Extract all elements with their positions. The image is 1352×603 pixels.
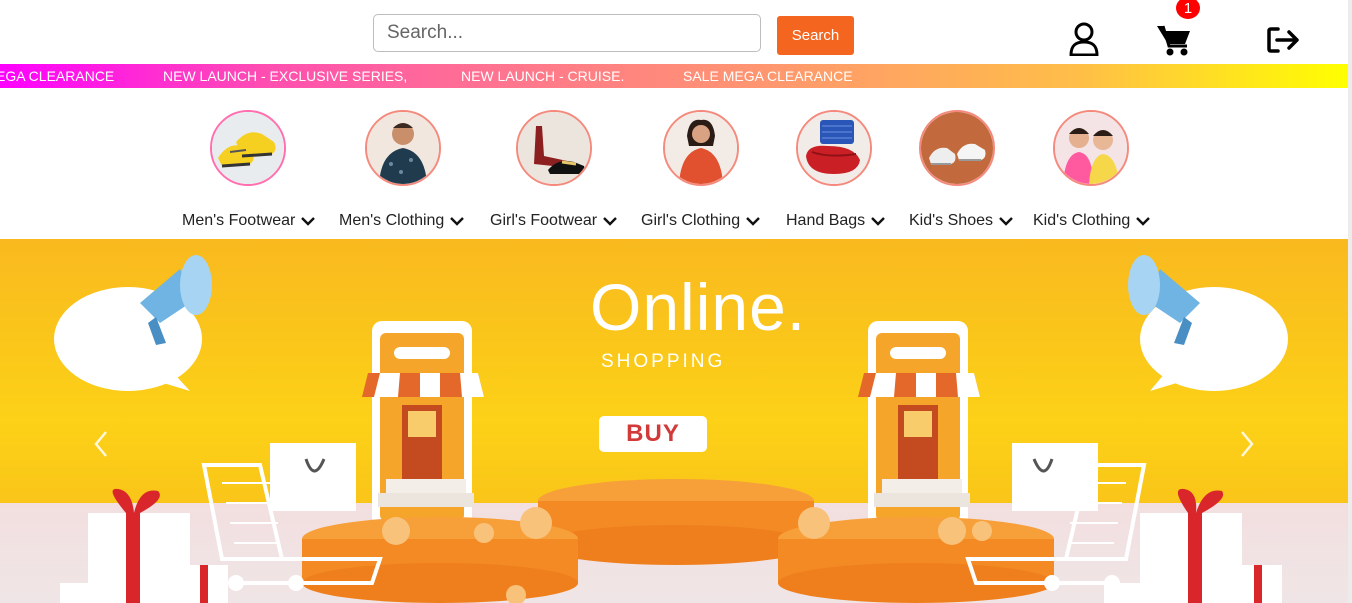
category-kids-shoes[interactable]: Kid's Shoes xyxy=(909,110,1013,229)
ticker-item: NEW LAUNCH - CRUISE. xyxy=(461,68,625,84)
hero-carousel[interactable]: Online. SHOPPING BUY xyxy=(0,239,1348,603)
ticker-item: EGA CLEARANCE xyxy=(0,68,115,84)
category-kids-clothing[interactable]: Kid's Clothing xyxy=(1033,110,1151,229)
chevron-down-icon xyxy=(603,217,617,226)
chevron-down-icon xyxy=(301,217,316,226)
category-label[interactable]: Men's Footwear xyxy=(182,212,316,230)
category-mens-footwear[interactable]: Men's Footwear xyxy=(182,110,316,229)
category-image xyxy=(796,110,872,186)
category-girls-clothing[interactable]: Girl's Clothing xyxy=(641,110,760,229)
announcement-ticker: EGA CLEARANCE NEW LAUNCH - EXCLUSIVE SER… xyxy=(0,64,1348,88)
category-image xyxy=(210,110,286,186)
chevron-down-icon xyxy=(999,217,1013,226)
category-girls-footwear[interactable]: Girl's Footwear xyxy=(490,110,617,229)
top-header: Search 1 xyxy=(0,0,1352,64)
category-image xyxy=(663,110,739,186)
buy-button[interactable]: BUY xyxy=(599,416,707,452)
cart-count-badge: 1 xyxy=(1176,0,1200,19)
category-label[interactable]: Kid's Clothing xyxy=(1033,212,1151,230)
category-nav: Men's Footwear Men's Clothing Girl's Foo… xyxy=(0,88,1348,239)
carousel-prev-icon[interactable] xyxy=(91,429,111,459)
page-scrollbar[interactable] xyxy=(1348,0,1352,603)
category-image xyxy=(516,110,592,186)
category-label[interactable]: Men's Clothing xyxy=(339,212,465,230)
banner-subtitle: SHOPPING xyxy=(601,351,726,372)
category-label[interactable]: Girl's Footwear xyxy=(490,212,617,230)
user-icon[interactable] xyxy=(1066,20,1102,58)
chevron-down-icon xyxy=(1136,217,1151,226)
category-label[interactable]: Girl's Clothing xyxy=(641,212,760,230)
logout-icon[interactable] xyxy=(1264,24,1302,56)
carousel-next-icon[interactable] xyxy=(1237,429,1257,459)
category-label[interactable]: Hand Bags xyxy=(786,212,886,230)
chevron-down-icon xyxy=(871,217,886,226)
cart-icon[interactable] xyxy=(1153,20,1195,60)
search-button[interactable]: Search xyxy=(777,16,854,55)
search-input[interactable] xyxy=(373,14,761,52)
chevron-down-icon xyxy=(746,217,760,226)
category-label[interactable]: Kid's Shoes xyxy=(909,212,1013,230)
ticker-item: NEW LAUNCH - EXCLUSIVE SERIES, xyxy=(163,68,408,84)
banner-title: Online. xyxy=(590,270,807,344)
category-image xyxy=(365,110,441,186)
category-hand-bags[interactable]: Hand Bags xyxy=(786,110,886,229)
category-image xyxy=(919,110,995,186)
ticker-item: SALE MEGA CLEARANCE xyxy=(683,68,853,84)
chevron-down-icon xyxy=(450,217,465,226)
category-image xyxy=(1053,110,1129,186)
category-mens-clothing[interactable]: Men's Clothing xyxy=(339,110,465,229)
